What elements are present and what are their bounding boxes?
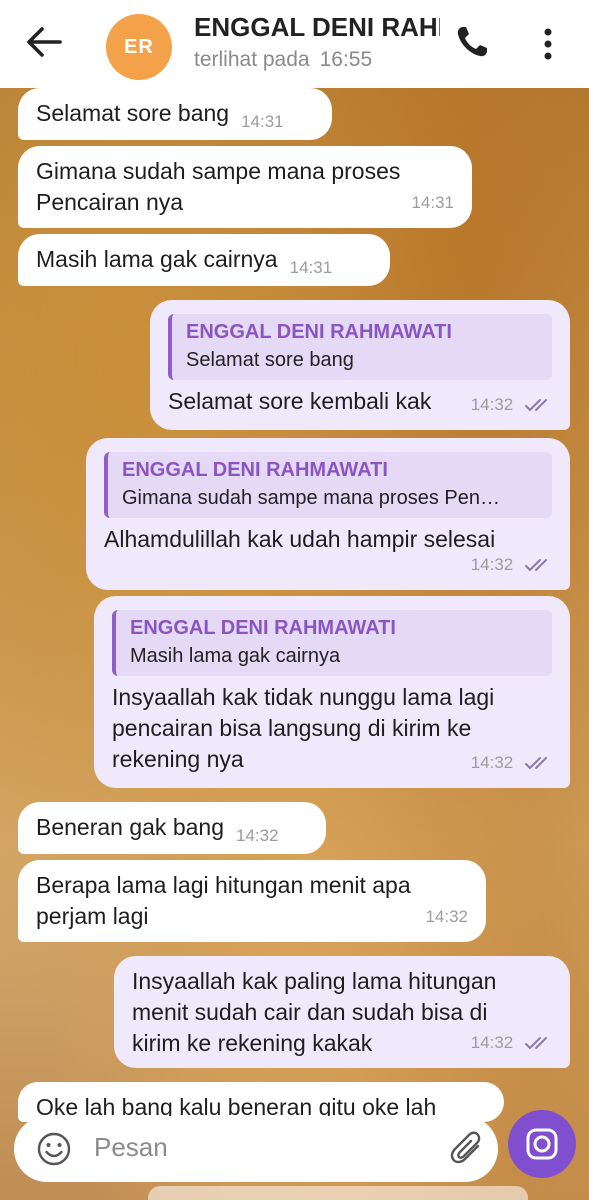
quoted-reply[interactable]: ENGGAL DENI RAHMAWATI Gimana sudah sampe… — [104, 452, 552, 518]
message-time: 14:32 — [470, 1033, 514, 1052]
incoming-message[interactable]: Selamat sore bang 14:31 — [18, 88, 332, 140]
back-arrow-icon[interactable] — [24, 24, 64, 60]
camera-icon — [526, 1128, 558, 1160]
message-text-line: Pencairan nya — [36, 189, 184, 215]
quoted-text: Masih lama gak cairnya — [130, 645, 341, 667]
partially-hidden-message — [148, 1186, 528, 1200]
incoming-message[interactable]: Beneran gak bang 14:32 — [18, 802, 326, 854]
quoted-text: Selamat sore bang — [186, 349, 354, 371]
message-text: Selamat sore kembali kak — [168, 388, 432, 414]
message-text: Beneran gak bang — [36, 814, 224, 840]
outgoing-message[interactable]: ENGGAL DENI RAHMAWATI Gimana sudah sampe… — [86, 438, 570, 590]
message-time: 14:31 — [289, 258, 333, 277]
message-time-status: 14:32 — [471, 747, 552, 778]
double-check-icon — [525, 399, 547, 412]
outgoing-message[interactable]: ENGGAL DENI RAHMAWATI Masih lama gak cai… — [94, 596, 570, 788]
message-time: 14:31 — [411, 193, 454, 212]
incoming-message[interactable]: Berapa lama lagi hitungan menit apa perj… — [18, 860, 486, 942]
last-seen-time: 16:55 — [319, 48, 373, 71]
message-text-line: Berapa lama lagi hitungan menit apa — [36, 872, 411, 898]
message-time: 14:32 — [470, 395, 514, 414]
double-check-icon — [525, 1037, 547, 1050]
avatar[interactable]: ER — [106, 14, 172, 80]
incoming-message[interactable]: Gimana sudah sampe mana proses Pencairan… — [18, 146, 472, 228]
paperclip-icon[interactable] — [450, 1130, 486, 1168]
message-time: 14:32 — [470, 555, 514, 574]
double-check-icon — [525, 757, 547, 770]
quoted-sender: ENGGAL DENI RAHMAWATI — [130, 617, 396, 639]
message-time: 14:32 — [236, 826, 279, 845]
chat-header: ER ENGGAL DENI RAHMAWATI terlihat pada 16… — [0, 0, 589, 88]
message-time: 14:32 — [470, 753, 514, 772]
message-text-line: Insyaallah kak paling lama hitungan — [132, 968, 497, 994]
more-options-icon[interactable] — [536, 24, 560, 64]
message-text-line: perjam lagi — [36, 903, 149, 929]
message-input[interactable]: Pesan — [94, 1132, 168, 1163]
contact-name[interactable]: ENGGAL DENI RAHMAWATI — [194, 12, 440, 46]
message-text-line: pencairan bisa langsung di kirim ke — [112, 715, 472, 741]
message-time: 14:31 — [241, 112, 284, 131]
emoji-icon[interactable] — [36, 1131, 72, 1167]
message-time-status: 14:32 — [471, 1027, 552, 1058]
quoted-sender: ENGGAL DENI RAHMAWATI — [186, 321, 452, 343]
message-composer[interactable]: Pesan — [14, 1116, 498, 1182]
camera-button[interactable] — [508, 1110, 576, 1178]
quoted-sender: ENGGAL DENI RAHMAWATI — [122, 459, 388, 481]
last-seen-label: terlihat pada — [194, 48, 310, 71]
message-text: Selamat sore bang — [36, 100, 230, 126]
quoted-reply[interactable]: ENGGAL DENI RAHMAWATI Masih lama gak cai… — [112, 610, 552, 676]
message-text: Masih lama gak cairnya — [36, 246, 278, 272]
outgoing-message[interactable]: Insyaallah kak paling lama hitungan meni… — [114, 956, 570, 1068]
message-time-status: 14:32 — [471, 549, 552, 580]
incoming-message[interactable]: Masih lama gak cairnya 14:31 — [18, 234, 390, 286]
message-time: 14:32 — [425, 907, 468, 926]
message-text-line: Gimana sudah sampe mana proses — [36, 158, 401, 184]
outgoing-message[interactable]: ENGGAL DENI RAHMAWATI Selamat sore bang … — [150, 300, 570, 430]
quoted-reply[interactable]: ENGGAL DENI RAHMAWATI Selamat sore bang — [168, 314, 552, 380]
double-check-icon — [525, 559, 547, 572]
message-text-line: menit sudah cair dan sudah bisa di — [132, 999, 488, 1025]
phone-call-icon[interactable] — [454, 24, 490, 60]
message-time-status: 14:32 — [471, 389, 552, 420]
last-seen-status: terlihat pada 16:55 — [194, 48, 372, 72]
message-text-line: Insyaallah kak tidak nunggu lama lagi — [112, 684, 495, 710]
quoted-text: Gimana sudah sampe mana proses Pen… — [122, 487, 500, 509]
